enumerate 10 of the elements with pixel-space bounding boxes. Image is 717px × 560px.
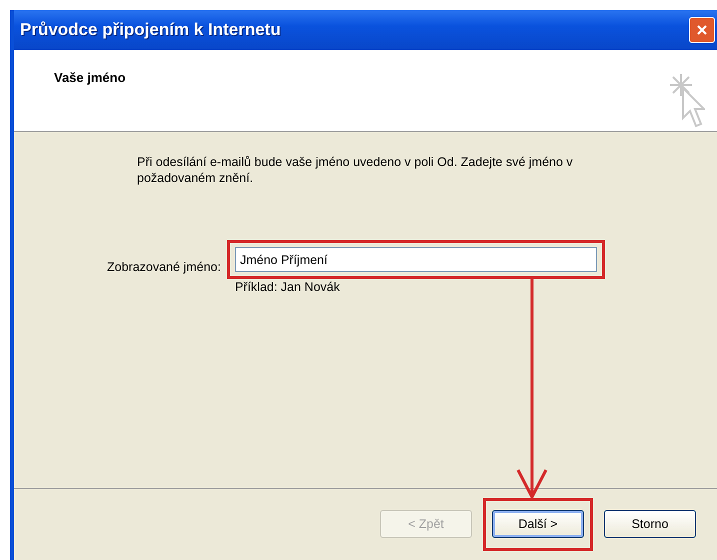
wizard-button[interactable]: Další > xyxy=(492,510,584,538)
window-title: Průvodce připojením k Internetu xyxy=(20,20,281,40)
wizard-button[interactable]: Storno xyxy=(604,510,696,538)
page-title: Vaše jméno xyxy=(54,70,126,87)
description-text: Při odesílání e-mailů bude vaše jméno uvedeno v poli Od. Zadejte své jméno v požadovaném znění. xyxy=(137,154,574,186)
example-hint: Příklad: Jan Novák xyxy=(234,280,341,294)
close-button[interactable] xyxy=(689,17,715,43)
display-name-field[interactable]: Jméno Příjmení xyxy=(234,247,597,272)
close-icon xyxy=(696,24,708,36)
field-label: Zobrazované jméno: xyxy=(107,260,221,274)
